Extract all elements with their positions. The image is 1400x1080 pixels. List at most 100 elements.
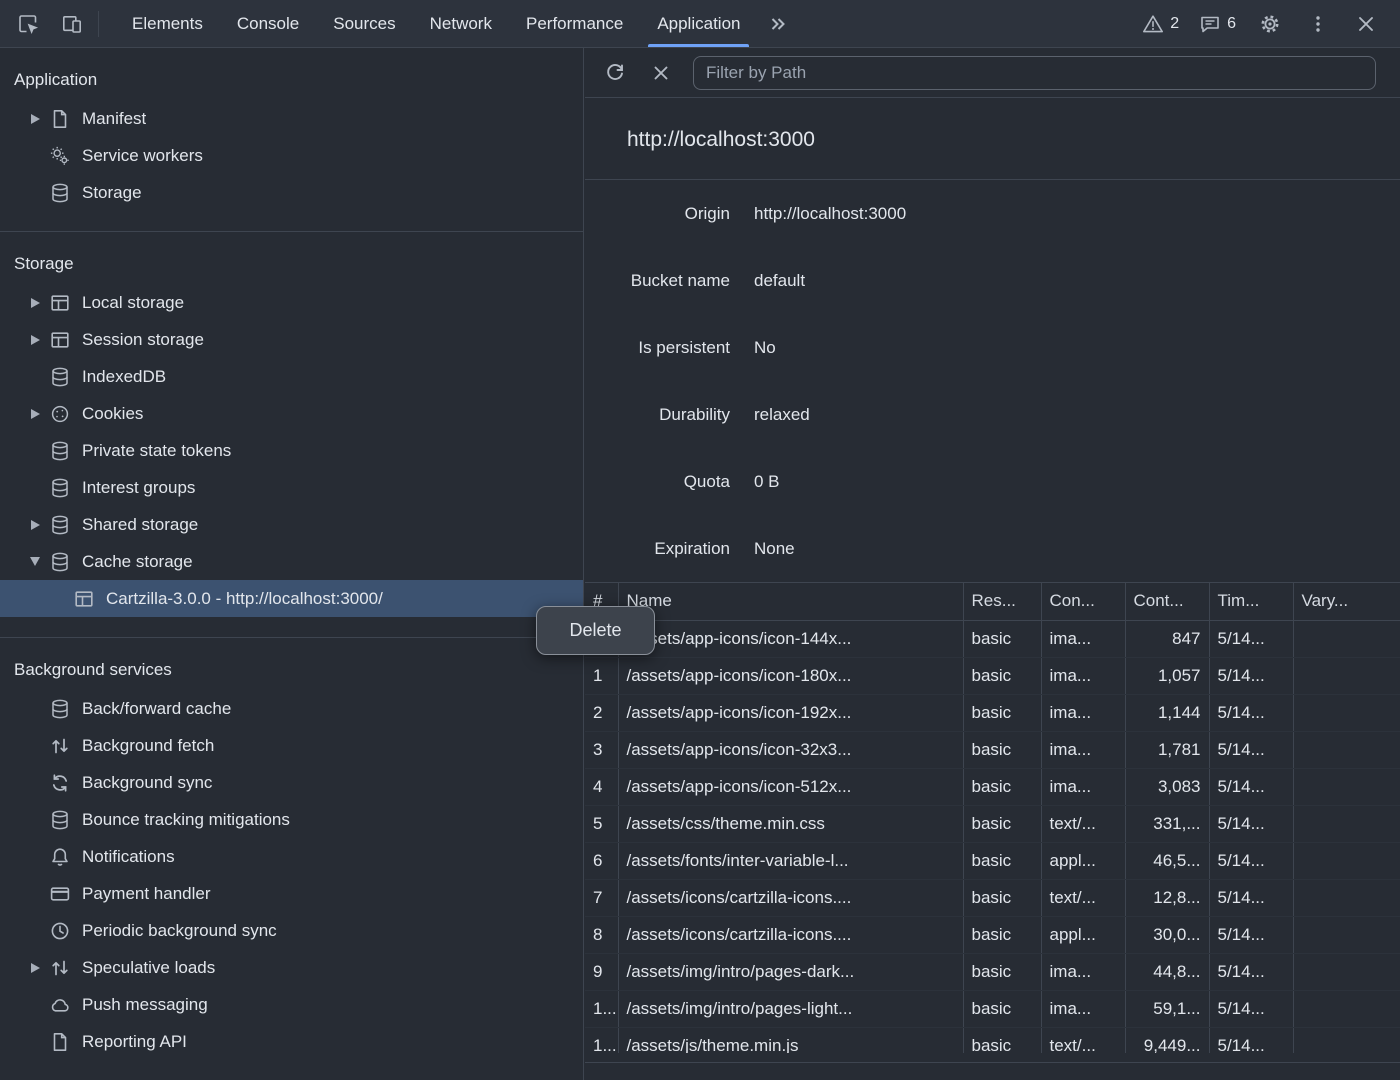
warnings-indicator[interactable]: 2 <box>1136 4 1185 44</box>
column-header-tim[interactable]: Tim... <box>1209 583 1293 620</box>
sidebar-item-cache-storage[interactable]: Cache storage <box>0 543 583 580</box>
chevron-right-icon[interactable] <box>24 520 46 530</box>
chevron-right-icon[interactable] <box>24 409 46 419</box>
table-row[interactable]: 6/assets/fonts/inter-variable-l...basica… <box>585 842 1400 879</box>
card-icon <box>48 882 72 906</box>
toggle-device-toolbar-button[interactable] <box>52 4 92 44</box>
column-header-res[interactable]: Res... <box>963 583 1041 620</box>
cell-vary <box>1293 620 1400 657</box>
sidebar-item-storage[interactable]: Storage <box>0 174 583 211</box>
cell-name: /assets/fonts/inter-variable-l... <box>618 842 963 879</box>
meta-value: default <box>754 271 805 291</box>
cell-tim: 5/14... <box>1209 1027 1293 1053</box>
cell-num: 1 <box>585 657 618 694</box>
table-row[interactable]: 9/assets/img/intro/pages-dark...basicima… <box>585 953 1400 990</box>
service-worker-icon <box>48 144 72 168</box>
sidebar-item-interest-groups[interactable]: Interest groups <box>0 469 583 506</box>
sidebar-section-background-services: Background servicesBack/forward cacheBac… <box>0 637 583 1080</box>
chevron-right-icon[interactable] <box>24 114 46 124</box>
inspect-button[interactable] <box>8 4 48 44</box>
table-row[interactable]: 3/assets/app-icons/icon-32x3...basicima.… <box>585 731 1400 768</box>
settings-button[interactable] <box>1250 4 1290 44</box>
sidebar-item-label: Notifications <box>82 847 175 867</box>
chevron-down-icon[interactable] <box>24 557 46 566</box>
refresh-button[interactable] <box>595 53 635 93</box>
sidebar-item-label: Background sync <box>82 773 212 793</box>
sidebar-item-manifest[interactable]: Manifest <box>0 100 583 137</box>
cell-num: 8 <box>585 916 618 953</box>
cookie-icon <box>48 402 72 426</box>
badge-count: 6 <box>1227 15 1236 33</box>
sidebar-item-service-workers[interactable]: Service workers <box>0 137 583 174</box>
menu-button[interactable] <box>1298 4 1338 44</box>
cell-vary <box>1293 805 1400 842</box>
toolbar-left <box>0 0 92 47</box>
database-icon <box>48 808 72 832</box>
chevron-right-icon[interactable] <box>24 298 46 308</box>
cell-res: basic <box>963 805 1041 842</box>
sidebar-item-background-fetch[interactable]: Background fetch <box>0 727 583 764</box>
sidebar-item-label: Cartzilla-3.0.0 - http://localhost:3000/ <box>106 589 383 609</box>
cell-len: 1,057 <box>1125 657 1209 694</box>
filter-by-path-input[interactable] <box>693 56 1376 90</box>
context-menu-item-delete[interactable]: Delete <box>551 620 639 641</box>
cell-tim: 5/14... <box>1209 842 1293 879</box>
column-header-vary[interactable]: Vary... <box>1293 583 1400 620</box>
cell-tim: 5/14... <box>1209 916 1293 953</box>
table-row[interactable]: 0/assets/app-icons/icon-144x...basicima.… <box>585 620 1400 657</box>
sidebar-item-back-forward-cache[interactable]: Back/forward cache <box>0 690 583 727</box>
chevron-right-icon[interactable] <box>24 963 46 973</box>
tabs: ElementsConsoleSourcesNetworkPerformance… <box>115 0 797 47</box>
delete-selected-button[interactable] <box>641 53 681 93</box>
table-row[interactable]: 1/assets/app-icons/icon-180x...basicima.… <box>585 657 1400 694</box>
sidebar-item-background-sync[interactable]: Background sync <box>0 764 583 801</box>
tab-elements[interactable]: Elements <box>115 0 220 47</box>
sidebar-item-label: Local storage <box>82 293 184 313</box>
tab-application[interactable]: Application <box>640 0 757 47</box>
sidebar-item-local-storage[interactable]: Local storage <box>0 284 583 321</box>
meta-label: Durability <box>585 405 730 425</box>
clear-icon <box>650 62 672 84</box>
sidebar-item-label: IndexedDB <box>82 367 166 387</box>
sidebar-item-payment-handler[interactable]: Payment handler <box>0 875 583 912</box>
column-header-len[interactable]: Cont... <box>1125 583 1209 620</box>
sidebar-item-reporting-api[interactable]: Reporting API <box>0 1023 583 1060</box>
table-row[interactable]: 1.../assets/img/intro/pages-light...basi… <box>585 990 1400 1027</box>
sidebar-item-speculative-loads[interactable]: Speculative loads <box>0 949 583 986</box>
tab-network[interactable]: Network <box>413 0 509 47</box>
table-row[interactable]: 2/assets/app-icons/icon-192x...basicima.… <box>585 694 1400 731</box>
cell-num: 1... <box>585 990 618 1027</box>
table-row[interactable]: 5/assets/css/theme.min.cssbasictext/...3… <box>585 805 1400 842</box>
updown-icon <box>48 956 72 980</box>
devices-icon <box>61 13 83 35</box>
table-row[interactable]: 7/assets/icons/cartzilla-icons....basict… <box>585 879 1400 916</box>
sidebar-item-private-state-tokens[interactable]: Private state tokens <box>0 432 583 469</box>
tab-performance[interactable]: Performance <box>509 0 640 47</box>
sidebar-item-session-storage[interactable]: Session storage <box>0 321 583 358</box>
tab-sources[interactable]: Sources <box>316 0 412 47</box>
more-tabs-button[interactable] <box>757 4 797 44</box>
table-row[interactable]: 8/assets/icons/cartzilla-icons....basica… <box>585 916 1400 953</box>
sidebar-item-push-messaging[interactable]: Push messaging <box>0 986 583 1023</box>
cell-con: appl... <box>1041 916 1125 953</box>
sidebar-item-indexeddb[interactable]: IndexedDB <box>0 358 583 395</box>
table-row[interactable]: 4/assets/app-icons/icon-512x...basicima.… <box>585 768 1400 805</box>
cell-len: 3,083 <box>1125 768 1209 805</box>
sidebar-item-bounce-tracking-mitigations[interactable]: Bounce tracking mitigations <box>0 801 583 838</box>
sidebar-item-cookies[interactable]: Cookies <box>0 395 583 432</box>
column-header-name[interactable]: Name <box>618 583 963 620</box>
messages-indicator[interactable]: 6 <box>1193 4 1242 44</box>
tab-console[interactable]: Console <box>220 0 316 47</box>
chevron-right-icon[interactable] <box>24 335 46 345</box>
close-devtools-button[interactable] <box>1346 4 1386 44</box>
metadata: Originhttp://localhost:3000Bucket namede… <box>585 180 1400 582</box>
column-header-con[interactable]: Con... <box>1041 583 1125 620</box>
cell-tim: 5/14... <box>1209 879 1293 916</box>
table-row[interactable]: 1.../assets/js/theme.min.jsbasictext/...… <box>585 1027 1400 1053</box>
sidebar-item-notifications[interactable]: Notifications <box>0 838 583 875</box>
sidebar-item-cartzilla-3-0-0-http-localhost-3000[interactable]: Cartzilla-3.0.0 - http://localhost:3000/ <box>0 580 583 617</box>
sidebar-item-label: Manifest <box>82 109 146 129</box>
sidebar-item-periodic-background-sync[interactable]: Periodic background sync <box>0 912 583 949</box>
kebab-icon <box>1307 13 1329 35</box>
sidebar-item-shared-storage[interactable]: Shared storage <box>0 506 583 543</box>
